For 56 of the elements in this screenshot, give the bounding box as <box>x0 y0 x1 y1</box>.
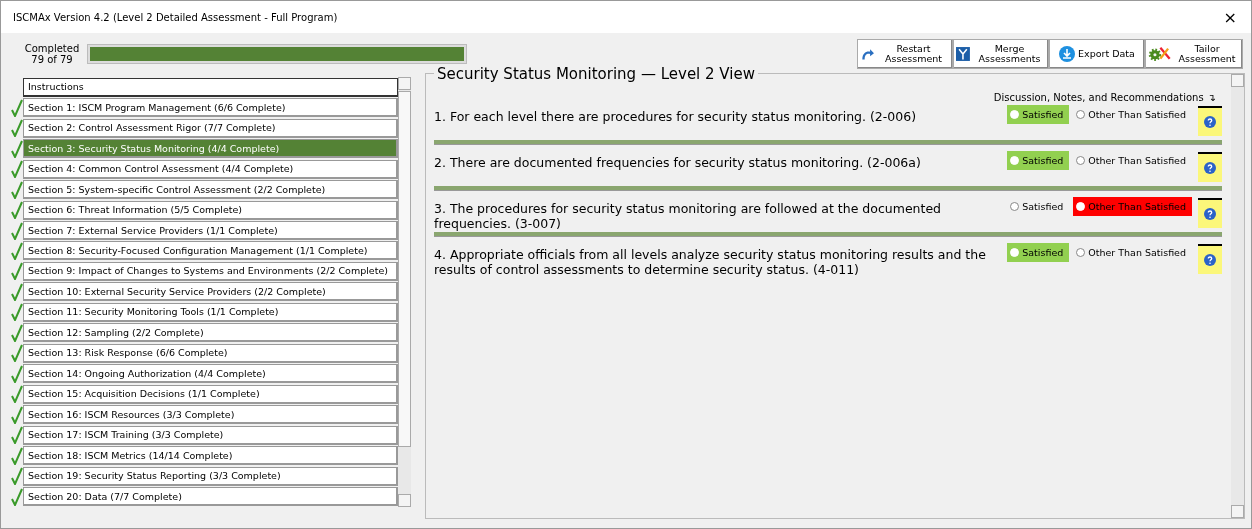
section-list-item[interactable]: Section 10: External Security Service Providers (2/2 Complete) <box>23 282 398 302</box>
question-text: 2. There are documented frequencies for security status monitoring. (2-006a) <box>434 154 922 170</box>
section-list-item[interactable]: Section 8: Security-Focused Configuration Management (1/1 Complete) <box>23 241 398 261</box>
section-list-item[interactable]: Section 20: Data (7/7 Complete) <box>23 487 398 507</box>
toolbar-button[interactable]: Merge Assessments <box>953 39 1049 69</box>
toolbar-button[interactable]: Tailor Assessment <box>1145 39 1243 69</box>
window-title: ISCMAx Version 4.2 (Level 2 Detailed Assessment - Full Program) <box>13 11 338 23</box>
toolbar-button[interactable]: Restart Assessment <box>857 39 953 69</box>
toolbar-button[interactable]: Export Data <box>1049 39 1145 69</box>
section-list-item[interactable]: Section 6: Threat Information (5/5 Complete) <box>23 200 398 220</box>
section-list-item[interactable]: Section 11: Security Monitoring Tools (1/1 Complete) <box>23 302 398 322</box>
answer-radio[interactable]: Other Than Satisfied <box>1073 243 1192 262</box>
scrollbar[interactable] <box>398 77 411 507</box>
section-list-item[interactable]: Section 13: Risk Response (6/6 Complete) <box>23 343 398 363</box>
section-list-item[interactable]: Section 5: System-specific Control Assessment (2/2 Complete) <box>23 180 398 200</box>
help-icon <box>1204 208 1216 220</box>
gear-and-wrench-icon <box>1148 44 1172 64</box>
help-icon <box>1204 254 1216 266</box>
progress-label: Completed 79 of 79 <box>23 43 81 65</box>
notes-button[interactable] <box>1198 106 1222 136</box>
section-list-item[interactable]: Section 4: Common Control Assessment (4/4 Complete) <box>23 159 398 179</box>
notes-button[interactable] <box>1198 198 1222 228</box>
down-arrow-glyph: ↴ <box>1207 91 1216 103</box>
section-list-item[interactable]: Section 3: Security Status Monitoring (4/4 Complete) <box>23 139 398 159</box>
question-text: 1. For each level there are procedures for security status monitoring. (2-006) <box>434 108 918 124</box>
question-text: 4. Appropriate officials from all levels analyze security status monitoring results and the results of control assessments to determine security status. (4-011) <box>434 246 987 277</box>
answer-radio[interactable]: Other Than Satisfied <box>1073 197 1192 216</box>
section-list-item[interactable]: Section 17: ISCM Training (3/3 Complete) <box>23 425 398 445</box>
download-icon <box>1059 46 1076 62</box>
section-list-item[interactable]: Instructions <box>23 77 398 97</box>
scrollbar[interactable] <box>1231 74 1244 518</box>
answer-radio[interactable]: Satisfied <box>1007 105 1070 124</box>
section-list-item[interactable]: Section 2: Control Assessment Rigor (7/7 Complete) <box>23 118 398 138</box>
section-list-item[interactable]: Section 16: ISCM Resources (3/3 Complete) <box>23 405 398 425</box>
section-list-item[interactable]: Section 9: Impact of Changes to Systems and Environments (2/2 Complete) <box>23 261 398 281</box>
section-list-item[interactable]: Section 7: External Service Providers (1/1 Complete) <box>23 221 398 240</box>
notes-button[interactable] <box>1198 244 1222 274</box>
help-icon <box>1204 116 1216 128</box>
section-list-item[interactable]: Section 14: Ongoing Authorization (4/4 Complete) <box>23 364 398 384</box>
section-list-item[interactable]: Section 18: ISCM Metrics (14/14 Complete) <box>23 446 398 466</box>
section-list-item[interactable]: Section 15: Acquisition Decisions (1/1 Complete) <box>23 384 398 404</box>
section-list-item[interactable]: Section 12: Sampling (2/2 Complete) <box>23 323 398 343</box>
answer-radio[interactable]: Satisfied <box>1007 197 1070 216</box>
section-list-item[interactable]: Section 19: Security Status Reporting (3/3 Complete) <box>23 466 398 486</box>
panel-title: Security Status Monitoring — Level 2 View <box>434 65 758 83</box>
notes-button[interactable] <box>1198 152 1222 182</box>
merge-icon <box>956 45 970 63</box>
answer-radio[interactable]: Satisfied <box>1007 243 1070 262</box>
notes-heading: Discussion, Notes, and Recommendations <box>993 91 1204 103</box>
question-text: 3. The procedures for security status monitoring are followed at the documented frequencies. (3-007) <box>434 200 943 231</box>
answer-radio[interactable]: Other Than Satisfied <box>1073 105 1192 124</box>
section-list-item[interactable]: Section 1: ISCM Program Management (6/6 Complete) <box>23 98 398 118</box>
help-icon <box>1204 162 1216 174</box>
answer-radio[interactable]: Other Than Satisfied <box>1073 151 1192 170</box>
close-button[interactable]: × <box>1219 7 1241 27</box>
answer-radio[interactable]: Satisfied <box>1007 151 1070 170</box>
